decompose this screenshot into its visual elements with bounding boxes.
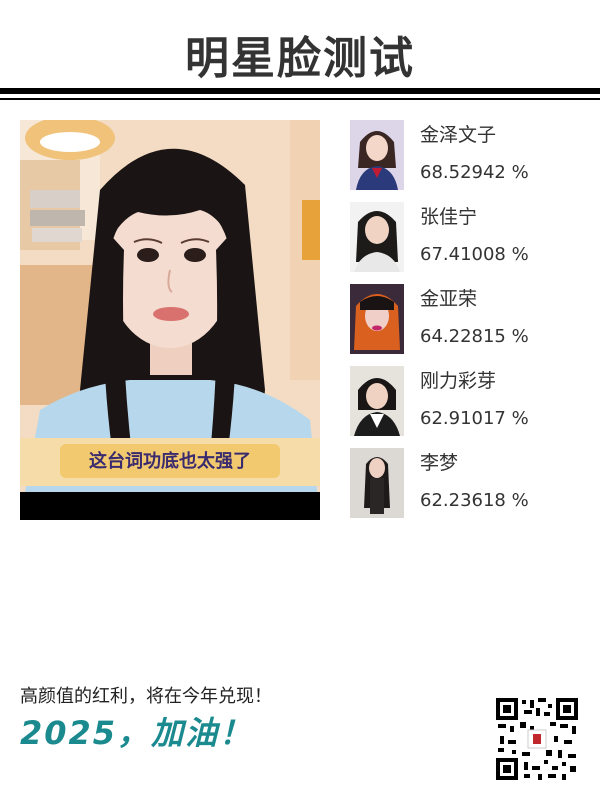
celebrity-thumbnail <box>350 448 404 518</box>
celebrity-thumbnail <box>350 202 404 272</box>
result-item[interactable]: 李梦 62.23618 % <box>350 448 590 530</box>
celebrity-thumbnail <box>350 120 404 190</box>
celebrity-thumbnail <box>350 366 404 436</box>
celebrity-name: 金亚荣 <box>420 288 478 310</box>
celebrity-name: 李梦 <box>420 452 459 474</box>
uploaded-photo: 这台词功底也太强了 <box>20 120 320 520</box>
similarity-score: 62.23618 % <box>420 490 529 511</box>
similarity-score: 64.22815 % <box>420 326 529 347</box>
similarity-score: 62.91017 % <box>420 408 529 429</box>
celebrity-name: 金泽文子 <box>420 124 497 146</box>
footer-tagline: 高颜值的红利，将在今年兑现！ <box>20 686 272 707</box>
footer-slogan: 2025，加油！ <box>20 714 254 752</box>
result-item[interactable]: 刚力彩芽 62.91017 % <box>350 366 590 448</box>
similarity-score: 68.52942 % <box>420 162 529 183</box>
celebrity-name: 张佳宁 <box>420 206 478 228</box>
celebrity-name: 刚力彩芽 <box>420 370 497 392</box>
match-results-list: 金泽文子 68.52942 % 张佳宁 67.41008 % 金亚荣 64.22… <box>350 120 590 530</box>
header-divider-thick <box>0 88 600 94</box>
celebrity-thumbnail <box>350 284 404 354</box>
result-item[interactable]: 金泽文子 68.52942 % <box>350 120 590 202</box>
similarity-score: 67.41008 % <box>420 244 529 265</box>
page-title: 明星脸测试 <box>185 33 415 84</box>
qr-code-icon[interactable] <box>494 696 580 782</box>
result-item[interactable]: 金亚荣 64.22815 % <box>350 284 590 366</box>
photo-caption: 这台词功底也太强了 <box>89 450 251 472</box>
header-divider-thin <box>0 98 600 100</box>
result-item[interactable]: 张佳宁 67.41008 % <box>350 202 590 284</box>
